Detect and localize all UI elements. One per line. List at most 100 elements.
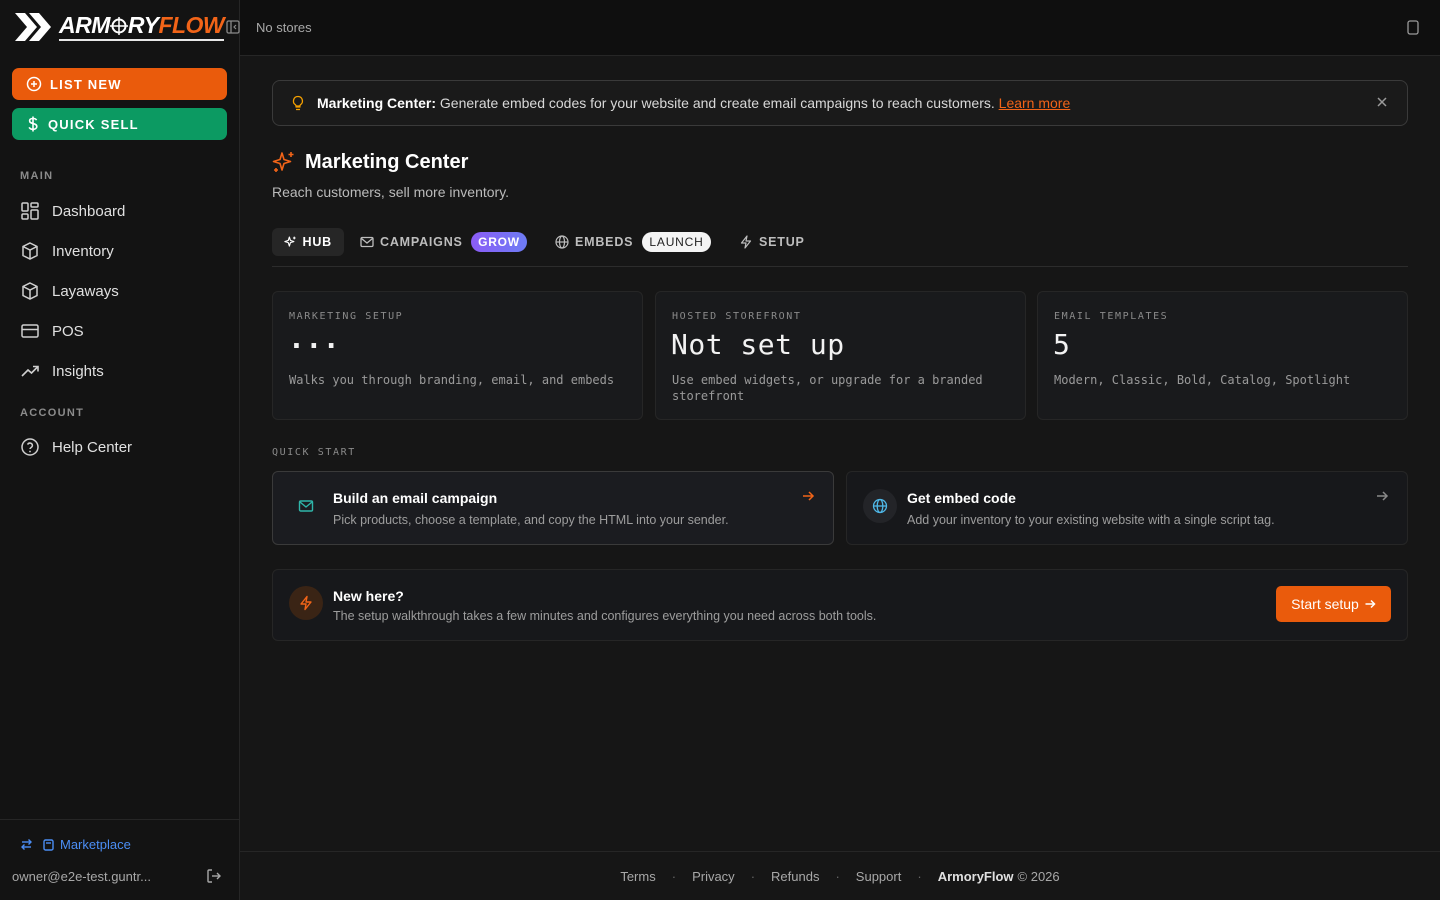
swap-icon [21, 839, 32, 850]
tab-hub[interactable]: HUB [272, 228, 344, 256]
tab-label: EMBEDS [575, 235, 634, 249]
tab-embeds[interactable]: EMBEDS [543, 228, 645, 256]
stat-card-marketing-setup: MARKETING SETUP ... Walks you through br… [272, 291, 643, 420]
mail-icon [298, 500, 314, 512]
main-section-label: MAIN [20, 170, 54, 182]
new-here-panel: New here? The setup walkthrough takes a … [272, 569, 1408, 641]
embed-code-card[interactable]: Get embed code Add your inventory to you… [846, 471, 1408, 545]
sidebar-item-dashboard[interactable]: Dashboard [12, 193, 227, 229]
sidebar-item-inventory[interactable]: Inventory [12, 233, 227, 269]
logo-armory-end: RY [127, 12, 159, 38]
footer-separator: · [835, 868, 840, 884]
mail-icon [360, 236, 374, 248]
close-icon[interactable] [1375, 95, 1389, 109]
dashboard-icon [21, 202, 39, 220]
arrow-right-icon [803, 491, 815, 501]
box-icon [22, 242, 38, 260]
card-value: 5 [1053, 328, 1071, 361]
grow-badge: GROW [471, 232, 527, 252]
globe-icon [555, 235, 569, 249]
footer-support-link[interactable]: Support [856, 869, 902, 884]
page-title-text: Marketing Center [305, 150, 469, 173]
learn-more-link[interactable]: Learn more [999, 95, 1071, 111]
tab-label: HUB [302, 235, 332, 249]
start-setup-button[interactable]: Start setup [1276, 586, 1391, 622]
card-label: EMAIL TEMPLATES [1054, 311, 1169, 322]
card-value: Not set up [671, 328, 845, 361]
tab-label: SETUP [759, 235, 805, 249]
lightbulb-icon [292, 95, 304, 111]
marketplace-link[interactable]: Marketplace [20, 837, 131, 852]
plus-circle-icon [26, 76, 42, 92]
card-description: Add your inventory to your existing webs… [907, 513, 1275, 527]
bolt-icon [300, 595, 312, 611]
sparkles-icon [272, 152, 294, 172]
crosshair-icon [109, 17, 128, 35]
arrow-right-icon [1365, 599, 1376, 609]
page-subtitle: Reach customers, sell more inventory. [272, 184, 510, 200]
list-new-label: LIST NEW [50, 76, 122, 92]
marketing-tabs: HUB CAMPAIGNS GROW EMBEDS LAUNCH SETUP [272, 228, 1408, 267]
list-new-button[interactable]: LIST NEW [12, 68, 227, 100]
logo-armory-start: ARM [59, 12, 110, 38]
top-bar: No stores [240, 0, 1440, 56]
sidebar-item-label: Help Center [52, 438, 133, 456]
tab-label: CAMPAIGNS [380, 235, 463, 249]
stat-card-email-templates: EMAIL TEMPLATES 5 Modern, Classic, Bold,… [1037, 291, 1408, 420]
armoryflow-logo[interactable]: ARM RYFLOW [15, 12, 225, 41]
sidebar-item-insights[interactable]: Insights [12, 353, 227, 389]
launch-badge: LAUNCH [642, 232, 711, 252]
store-icon [43, 839, 54, 851]
sidebar-item-help-center[interactable]: Help Center [12, 429, 227, 465]
collapse-sidebar-icon[interactable] [226, 20, 240, 34]
page-title: Marketing Center [272, 150, 468, 174]
sidebar-item-pos[interactable]: POS [12, 313, 227, 349]
sidebar-footer: Marketplace owner@e2e-test.guntr... [0, 819, 240, 900]
page-footer: Terms · Privacy · Refunds · Support · Ar… [240, 851, 1440, 900]
card-icon [21, 324, 39, 338]
stat-card-hosted-storefront: HOSTED STOREFRONT Not set up Use embed w… [655, 291, 1026, 420]
card-description: Use embed widgets, or upgrade for a bran… [672, 373, 983, 403]
arrow-right-icon [1377, 491, 1389, 501]
footer-separator: · [750, 868, 756, 884]
footer-terms-link[interactable]: Terms [620, 869, 655, 884]
sidebar-item-label: Insights [52, 362, 104, 380]
card-title: Build an email campaign [333, 490, 498, 506]
sparkles-icon [284, 236, 296, 247]
card-label: HOSTED STOREFRONT [672, 311, 802, 322]
logout-icon[interactable] [206, 868, 222, 884]
sidebar: ARM RYFLOW LIST NEW QUICK SELL MAIN Dashb… [0, 0, 240, 900]
sidebar-item-label: Inventory [52, 242, 114, 260]
sidebar-item-label: Layaways [52, 282, 119, 300]
footer-brand: ArmoryFlow [937, 868, 1014, 884]
footer-privacy-link[interactable]: Privacy [692, 869, 735, 884]
sidebar-item-label: POS [52, 322, 84, 340]
tab-campaigns[interactable]: CAMPAIGNS [348, 228, 475, 256]
device-icon[interactable] [1407, 20, 1419, 35]
email-campaign-card[interactable]: Build an email campaign Pick products, c… [272, 471, 834, 545]
new-here-title: New here? [333, 588, 404, 604]
marketplace-label: Marketplace [60, 837, 131, 852]
tab-setup[interactable]: SETUP [727, 228, 817, 256]
card-title: Get embed code [907, 490, 1016, 506]
info-banner: Marketing Center: Generate embed codes f… [272, 80, 1408, 126]
sidebar-item-label: Dashboard [52, 202, 126, 220]
footer-separator: · [917, 868, 922, 884]
sidebar-item-layaways[interactable]: Layaways [12, 273, 227, 309]
footer-separator: · [671, 868, 677, 884]
user-email: owner@e2e-test.guntr... [12, 869, 151, 884]
footer-refunds-link[interactable]: Refunds [771, 869, 819, 884]
account-section-label: ACCOUNT [20, 407, 85, 419]
help-circle-icon [21, 438, 39, 456]
card-label: MARKETING SETUP [289, 311, 404, 322]
logo-flow: FLOW [158, 12, 225, 38]
bolt-icon [740, 235, 752, 249]
store-selector[interactable]: No stores [256, 20, 312, 35]
footer-copyright: © 2026 [1017, 868, 1060, 884]
box-icon [22, 282, 38, 300]
dollar-icon [28, 116, 38, 132]
new-here-description: The setup walkthrough takes a few minute… [333, 609, 877, 623]
chevrons-logo-icon [15, 12, 51, 41]
start-setup-label: Start setup [1291, 596, 1359, 612]
quick-sell-button[interactable]: QUICK SELL [12, 108, 227, 140]
